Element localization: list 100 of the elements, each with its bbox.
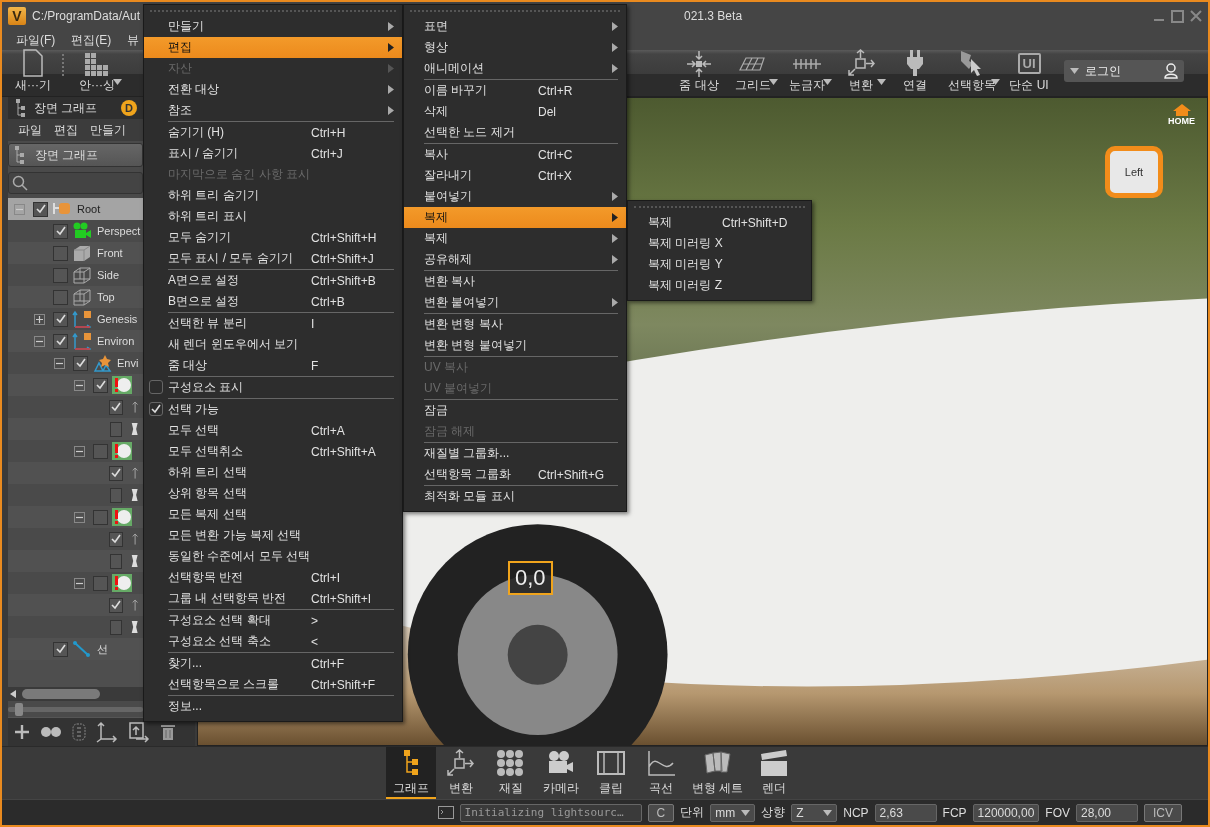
menu-item[interactable]: 공유해제 [404,249,626,270]
menu-item[interactable]: 모든 변환 가능 복제 선택 [144,525,402,546]
menu-item[interactable]: 표시 / 숨기기 Ctrl+J [144,143,402,164]
fcp-field[interactable]: 120000,00 [972,803,1040,822]
tree-expander[interactable] [34,313,45,325]
menu-item[interactable]: 모두 선택취소 Ctrl+Shift+A [144,441,402,462]
trash-icon[interactable] [160,723,176,741]
ncp-field[interactable]: 2,63 [874,803,937,822]
menu-title[interactable]: 편집 [54,121,78,139]
menu-item[interactable]: 선택항목 반전 Ctrl+I [144,567,402,588]
checkbox[interactable] [110,421,122,437]
dock-tab[interactable]: 클립 [586,747,636,799]
toolbar-button[interactable]: 안···싱 [72,50,122,96]
export-icon[interactable] [128,721,150,743]
menu-title[interactable]: 편집(E) [71,31,112,49]
menu-item[interactable]: 선택 가능 [144,399,402,420]
clear-button[interactable]: C [647,803,675,822]
menu-item[interactable]: 편집 [144,37,402,58]
toolbar-button[interactable]: 변환 [836,50,886,96]
menu-item[interactable]: 재질별 그룹화... [404,443,626,464]
dock-tab[interactable]: 변환 [436,747,486,799]
slider-thumb[interactable] [14,702,23,716]
menu-item[interactable]: 삭제 Del [404,101,626,122]
checkbox[interactable] [53,289,68,305]
menu-item[interactable]: 복제 Ctrl+Shift+D [628,212,811,233]
fov-field[interactable]: 28,00 [1076,803,1138,822]
checkbox[interactable] [93,377,108,393]
tree-expander[interactable] [74,445,85,457]
icv-button[interactable]: ICV [1144,803,1182,822]
menu-item[interactable]: 모두 표시 / 모두 숨기기 Ctrl+Shift+J [144,248,402,269]
toolbar-button[interactable]: 새···기 [8,50,58,96]
tree-row[interactable]: Perspect [8,220,143,242]
tree-row[interactable]: Root [8,198,143,220]
menu-item[interactable]: 복제 미러링 Y [628,254,811,275]
tree-row[interactable]: Side [8,264,143,286]
menu-item[interactable]: 구성요소 표시 [144,377,402,398]
menu-item[interactable]: 선택항목 그룹화 Ctrl+Shift+G [404,464,626,485]
menu-item[interactable]: 새 렌더 윈도우에서 보기 [144,334,402,355]
dock-tab[interactable]: 변형 세트 [686,747,750,799]
scroll-left-icon[interactable] [10,690,16,698]
menu-title[interactable]: 파일 [18,121,42,139]
checkbox[interactable] [33,201,48,217]
menu-item[interactable]: 잘라내기 Ctrl+X [404,165,626,186]
menu-item[interactable]: 그룹 내 선택항목 반전 Ctrl+Shift+I [144,588,402,609]
plus-icon[interactable] [14,724,30,740]
menu-item[interactable]: 줌 대상 F [144,355,402,376]
menu-item[interactable]: 변환 붙여넣기 [404,292,626,313]
menu-item[interactable]: 참조 [144,100,402,121]
checkbox[interactable] [108,465,123,481]
console-icon[interactable] [437,806,454,819]
menu-title[interactable]: 파일(F) [16,31,56,49]
checkbox[interactable] [53,223,68,239]
maximize-icon[interactable] [1171,9,1184,23]
menu-item[interactable]: 모든 복제 선택 [144,504,402,525]
tree-row[interactable] [8,440,143,462]
close-icon[interactable] [1190,10,1202,22]
menu-item[interactable]: 표면 [404,16,626,37]
menu-item[interactable]: 찾기... Ctrl+F [144,653,402,674]
axis-icon[interactable] [96,721,118,743]
menu-item[interactable]: 변환 변형 붙여넣기 [404,335,626,356]
checkbox[interactable] [93,443,108,459]
menu-item[interactable]: 잠금 [404,400,626,421]
menu-item[interactable]: 애니메이션 [404,58,626,79]
checkbox[interactable] [53,333,68,349]
menu-item[interactable]: 하위 트리 숨기기 [144,185,402,206]
menu-item[interactable]: 선택한 뷰 분리 I [144,313,402,334]
login-button[interactable]: 로그인 [1064,60,1184,82]
checkbox[interactable] [53,641,68,657]
checkbox[interactable] [108,399,123,415]
menu-item[interactable]: 복제 [404,228,626,249]
view-selector[interactable]: 장면 그래프 [8,143,143,167]
checkbox[interactable] [73,355,88,371]
search-field[interactable] [8,172,143,194]
menu-title[interactable]: 만들기 [90,121,126,139]
menu-item[interactable]: 전환 대상 [144,79,402,100]
tree-expander[interactable] [74,511,85,523]
tree-row[interactable] [8,572,143,594]
tree-expander[interactable] [74,379,85,391]
checkbox[interactable] [110,487,122,503]
toolbar-button[interactable]: UI 단순 UI [1004,50,1054,96]
dock-tab[interactable]: 카메라 [536,747,586,799]
menu-item[interactable]: 복제 미러링 X [628,233,811,254]
menu-item[interactable]: 만들기 [144,16,402,37]
toolbar-button[interactable]: 연결 [890,50,940,96]
tree-expander[interactable] [54,357,65,369]
menu-item[interactable]: 변환 변형 복사 [404,314,626,335]
menu-item[interactable]: 구성요소 선택 축소 < [144,631,402,652]
checkbox[interactable] [53,267,68,283]
menu-item[interactable]: 복제 [404,207,626,228]
menu-item[interactable]: 복사 Ctrl+C [404,144,626,165]
tree-expander[interactable] [34,335,45,347]
menu-item[interactable]: 모두 숨기기 Ctrl+Shift+H [144,227,402,248]
menu-item[interactable]: 하위 트리 표시 [144,206,402,227]
checkbox[interactable] [108,597,123,613]
dock-tab[interactable]: 그래프 [386,747,436,799]
menu-item[interactable]: 하위 트리 선택 [144,462,402,483]
toolbar-button[interactable]: 눈금자 [782,50,832,96]
checkbox[interactable] [93,509,108,525]
checkbox[interactable] [110,619,122,635]
menu-item[interactable]: 변환 복사 [404,271,626,292]
